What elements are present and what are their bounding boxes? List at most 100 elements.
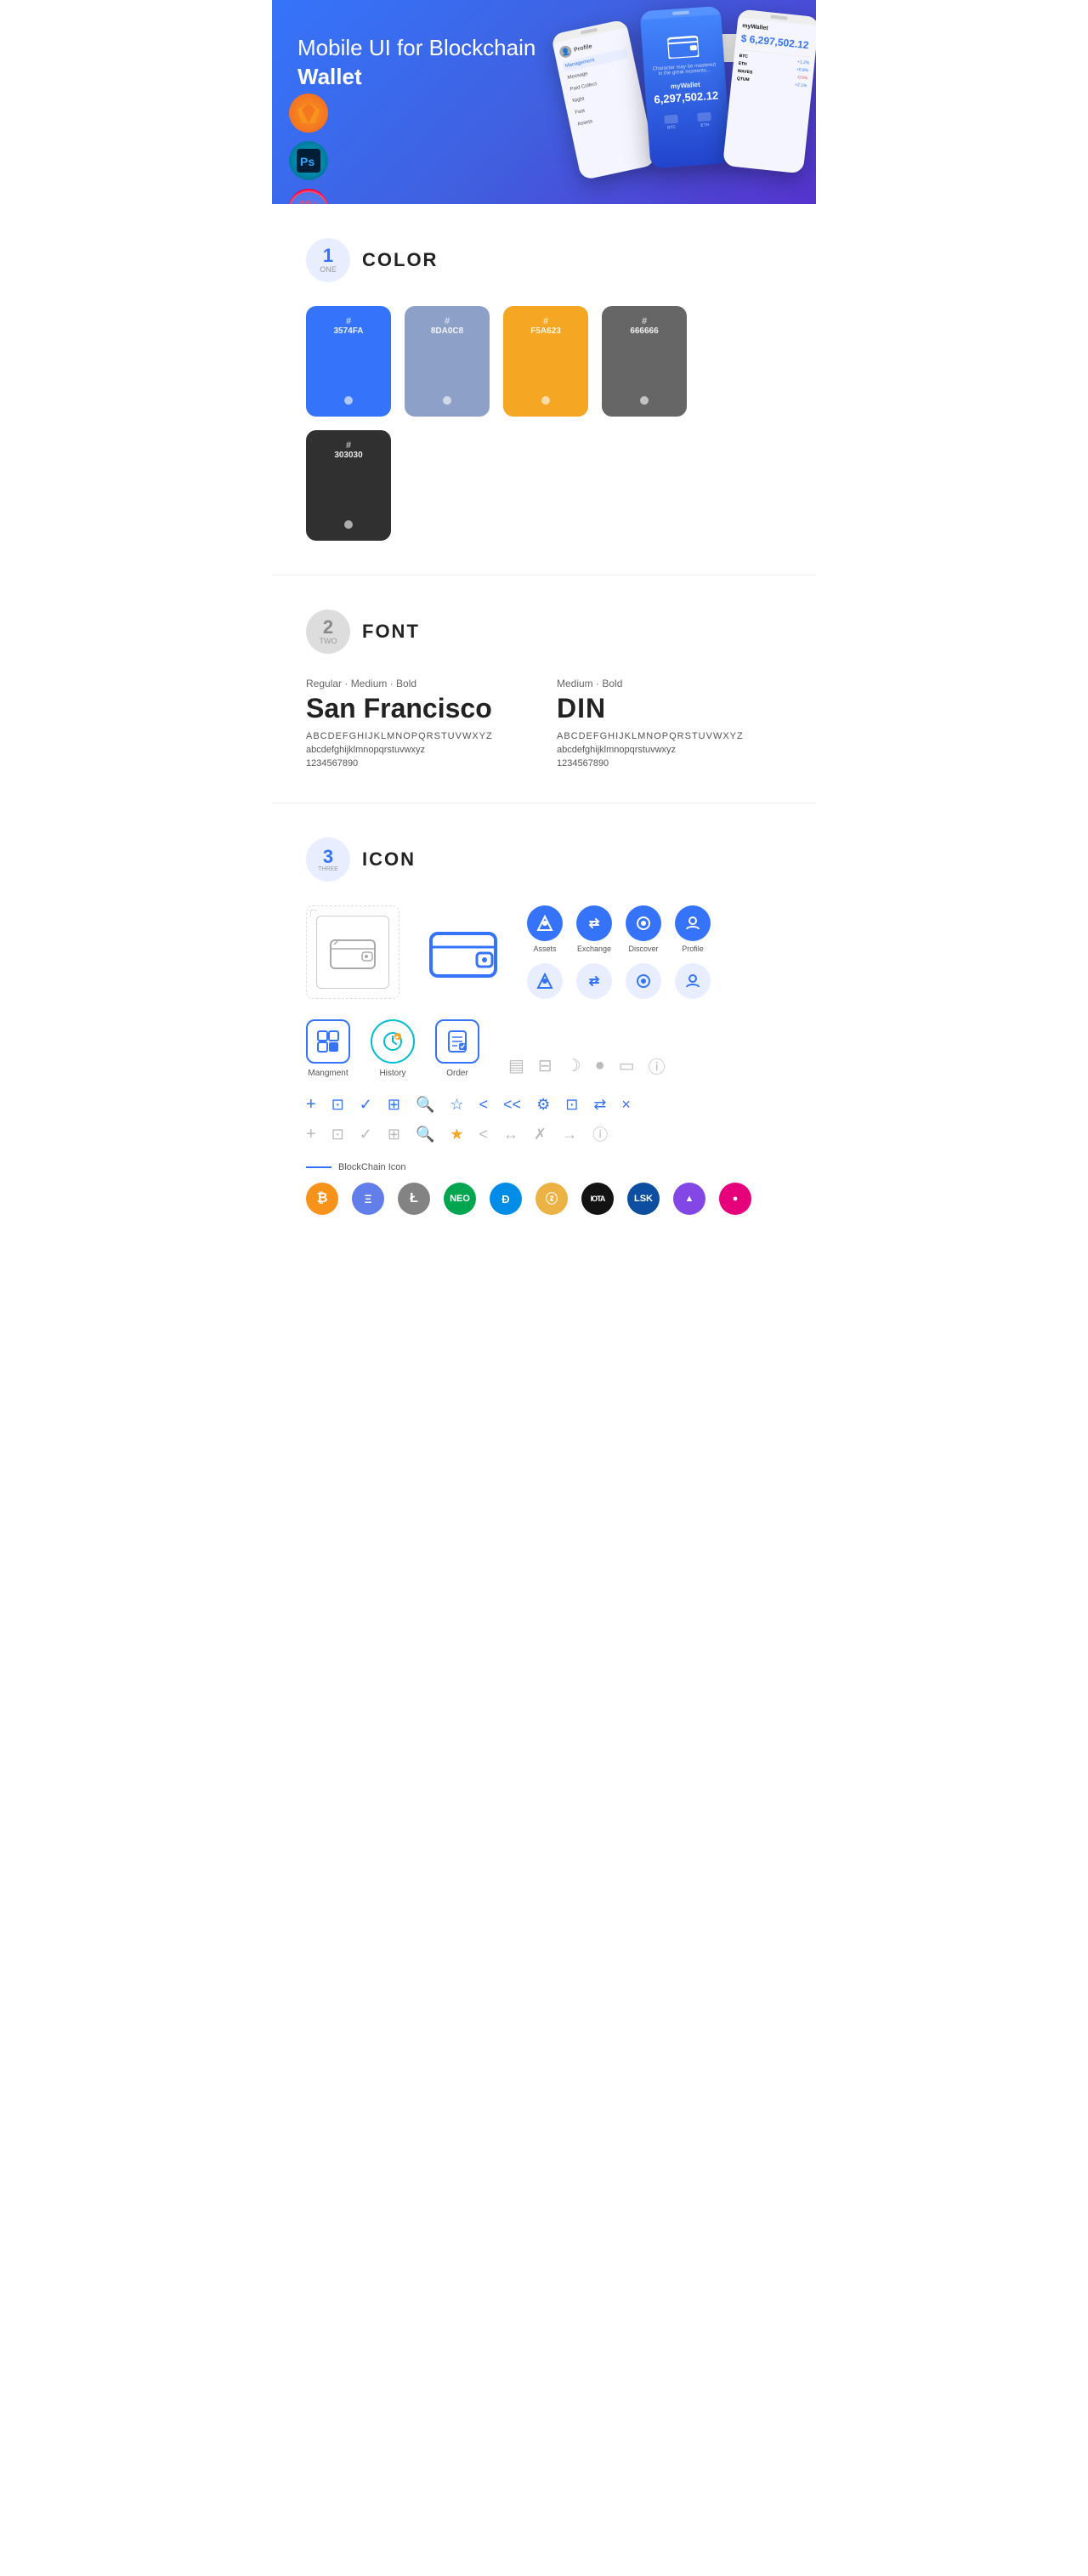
nav-icons-container: Assets Exchange Discover (527, 905, 711, 999)
font-lowercase-sf: abcdefghijklmnopqrstuvwxyz (306, 745, 531, 755)
swatch-blue-gray: # 8DA0C8 (405, 306, 490, 417)
app-icons-row: Mangment ● History Order ▤ (306, 1019, 782, 1078)
font-label: FONT (362, 621, 420, 643)
color-label: COLOR (362, 249, 438, 271)
icon-text: ▤ (508, 1055, 524, 1076)
font-numbers-sf: 1234567890 (306, 758, 531, 769)
swatch-gray: # 666666 (602, 306, 687, 417)
icon-circle: ● (595, 1056, 605, 1075)
svg-text:●: ● (395, 1035, 399, 1041)
font-uppercase-din: ABCDEFGHIJKLMNOPQRSTUVWXYZ (557, 731, 782, 741)
swatch-dot (640, 396, 649, 405)
icon-assets: Assets (527, 905, 563, 953)
font-numbers-din: 1234567890 (557, 758, 782, 769)
icon-check-gray: ✓ (360, 1126, 372, 1143)
crypto-dot: ● (719, 1183, 751, 1215)
crypto-dash: Đ (490, 1183, 522, 1215)
icon-discover-ghost (626, 963, 661, 999)
color-section: 1 ONE COLOR # 3574FA # 8DA0C8 # F5A623 #… (272, 204, 816, 575)
icon-info: ⓘ (649, 1053, 666, 1078)
sketch-badge (289, 94, 328, 133)
crypto-matic: ▲ (673, 1183, 706, 1215)
tool-icons-colored: + ⊡ ✓ ⊞ 🔍 ☆ < << ⚙ ⊡ ⇄ × (306, 1095, 782, 1115)
icon-back-gray: < (479, 1126, 489, 1143)
tool-icons-gray: + ⊡ ✓ ⊞ 🔍 ★ < ↔ ✗ → ⓘ (306, 1123, 782, 1145)
icon-grid-gray: ⊡ (332, 1126, 344, 1143)
blockchain-line (306, 1166, 332, 1168)
font-name-sf: San Francisco (306, 693, 531, 724)
font-grid: Regular · Medium · Bold San Francisco AB… (306, 678, 782, 769)
icon-info-gray: ⓘ (592, 1123, 608, 1145)
svg-text:Ps: Ps (300, 155, 314, 168)
icon-star: ☆ (450, 1096, 463, 1114)
icon-history-app: ● History (371, 1019, 415, 1078)
font-san-francisco: Regular · Medium · Bold San Francisco AB… (306, 678, 531, 769)
icon-arrow-right: → (562, 1126, 577, 1143)
section-number-2: 2 TWO FONT (306, 610, 782, 654)
swatch-dot (344, 520, 353, 529)
icon-management-app: Mangment (306, 1019, 350, 1078)
swatch-orange: # F5A623 (503, 306, 588, 417)
hero-title: Mobile UI for Blockchain Wallet (298, 34, 552, 92)
font-style-sf: Regular · Medium · Bold (306, 678, 531, 689)
icon-plus: + (306, 1095, 316, 1115)
crypto-icons-row: ₿ Ξ Ł NEO Đ ⓩ IOTA LSK ▲ ● (306, 1183, 782, 1215)
phone-mockup-2: Character may be mastered in the great m… (640, 6, 732, 168)
crypto-litecoin: Ł (398, 1183, 430, 1215)
screen-count-badge: 60+ Screens (289, 189, 328, 204)
crypto-ethereum: Ξ (352, 1183, 384, 1215)
swatch-dot (344, 396, 353, 405)
icon-profile: Profile (675, 905, 711, 953)
photoshop-badge: Ps (289, 141, 328, 180)
icon-exchange-ghost (576, 963, 612, 999)
crypto-zcash: ⓩ (536, 1183, 568, 1215)
icon-share: << (503, 1096, 521, 1114)
font-uppercase-sf: ABCDEFGHIJKLMNOPQRSTUVWXYZ (306, 731, 531, 741)
swatch-dark: # 303030 (306, 430, 391, 541)
icon-chat: ▭ (619, 1055, 635, 1076)
misc-icons-row: ▤ ⊟ ☽ ● ▭ ⓘ (508, 1053, 666, 1078)
crypto-iota: IOTA (581, 1183, 614, 1215)
blockchain-icon-label: BlockChain Icon (306, 1162, 782, 1172)
icon-plus-gray: + (306, 1125, 316, 1144)
icon-star-active: ★ (450, 1126, 463, 1143)
swatch-dot (541, 396, 550, 405)
icon-share-gray: ↔ (503, 1126, 518, 1143)
hero-section: Mobile UI for Blockchain Wallet UI Kit P… (272, 0, 816, 204)
number-one-circle: 1 ONE (306, 238, 350, 282)
font-section: 2 TWO FONT Regular · Medium · Bold San F… (272, 576, 816, 803)
icon-box-arrow: ⊡ (565, 1096, 578, 1114)
icon-qr-gray: ⊞ (388, 1126, 400, 1143)
number-three-circle: 3 THREE (306, 837, 350, 882)
section-number-3: 3 THREE ICON (306, 837, 782, 882)
count-number: 60+ (299, 199, 318, 204)
icon-search: 🔍 (416, 1096, 434, 1114)
icon-profile-ghost (675, 963, 711, 999)
icon-assets-ghost (527, 963, 563, 999)
wallet-icon-display: Assets Exchange Discover (306, 905, 782, 999)
icon-x-gray: ✗ (534, 1126, 547, 1143)
icon-settings: ⚙ (536, 1096, 550, 1114)
icon-grid-edit: ⊡ (332, 1096, 344, 1114)
wallet-wireframe-svg (330, 934, 376, 970)
icon-order-app: Order (435, 1019, 479, 1078)
font-din: Medium · Bold DIN ABCDEFGHIJKLMNOPQRSTUV… (557, 678, 782, 769)
icon-discover: Discover (626, 905, 661, 953)
icon-colored-container (416, 905, 510, 999)
icon-moon: ☽ (566, 1055, 581, 1076)
color-swatches-container: # 3574FA # 8DA0C8 # F5A623 # 666666 # 30… (306, 306, 782, 541)
hero-badges: Ps 60+ Screens (289, 94, 328, 204)
font-style-din: Medium · Bold (557, 678, 782, 689)
crypto-bitcoin: ₿ (306, 1183, 338, 1215)
icon-layers: ⊟ (538, 1055, 552, 1076)
wallet-colored-svg (429, 925, 497, 979)
icon-check: ✓ (360, 1096, 372, 1114)
phone-mockup-1: 👤 Profile Management Message Paid Collec… (551, 19, 656, 180)
icon-section: 3 THREE ICON (272, 803, 816, 1249)
font-name-din: DIN (557, 693, 782, 724)
section-number-1: 1 ONE COLOR (306, 238, 782, 282)
swatch-blue: # 3574FA (306, 306, 391, 417)
crypto-neo: NEO (444, 1183, 476, 1215)
crypto-lisk: LSK (627, 1183, 660, 1215)
icon-wireframe-container (306, 905, 400, 999)
